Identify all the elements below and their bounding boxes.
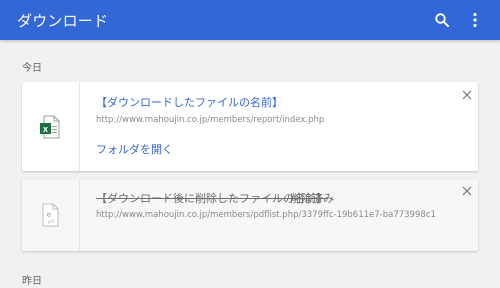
deleted-status: 削除済み: [290, 192, 334, 205]
search-icon[interactable]: [434, 12, 450, 28]
more-vert-icon[interactable]: [468, 11, 482, 29]
section-yesterday-label: 昨日: [22, 276, 42, 287]
excel-file-icon: x: [40, 115, 60, 139]
pdf-file-icon: e pdf: [42, 203, 59, 227]
source-url[interactable]: http://www.mahoujin.co.jp/members/report…: [96, 115, 436, 125]
file-name-link[interactable]: 【ダウンロードしたファイルの名前】: [96, 94, 283, 110]
open-folder-link[interactable]: フォルダを開く: [96, 141, 173, 157]
svg-text:x: x: [43, 124, 48, 134]
remove-icon[interactable]: [462, 90, 472, 100]
page-title: ダウンロード: [17, 12, 109, 30]
file-icon-column: x: [22, 82, 80, 171]
svg-text:e: e: [47, 210, 52, 219]
download-item-removed: e pdf 【ダウンロード後に削除したファイルの名前】 削除済み http://…: [22, 180, 478, 251]
app-bar: ダウンロード: [0, 0, 500, 40]
file-icon-column: e pdf: [22, 180, 80, 251]
download-item: x 【ダウンロードしたファイルの名前】 http://www.mahoujin.…: [22, 82, 478, 171]
svg-text:pdf: pdf: [48, 219, 55, 224]
remove-icon[interactable]: [462, 186, 472, 196]
source-url[interactable]: http://www.mahoujin.co.jp/members/pdflis…: [96, 210, 436, 220]
section-today-label: 今日: [22, 63, 42, 74]
